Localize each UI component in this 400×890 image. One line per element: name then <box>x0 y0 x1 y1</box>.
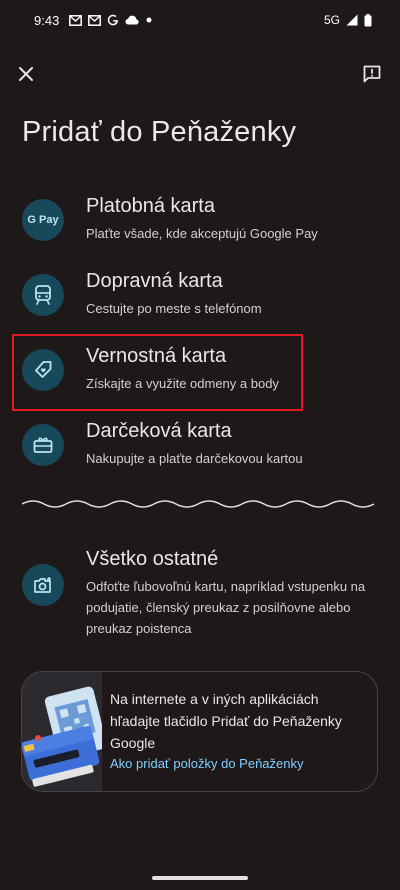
google-pay-icon-label: G Pay <box>27 214 59 226</box>
status-right: 5G <box>324 13 372 27</box>
page-title: Pridať do Peňaženky <box>22 116 297 148</box>
option-subtitle: Nakupujte a plaťte darčekovou kartou <box>86 451 303 466</box>
navigation-handle[interactable] <box>152 876 248 880</box>
train-icon <box>22 274 64 316</box>
cloud-icon <box>125 15 139 25</box>
option-gift-card[interactable]: Darčeková karta Nakupujte a plaťte darče… <box>0 410 400 484</box>
loyalty-tag-icon <box>22 349 64 391</box>
option-subtitle: Cestujte po meste s telefónom <box>86 301 262 316</box>
feedback-button[interactable] <box>358 60 386 88</box>
wavy-divider <box>22 500 375 508</box>
add-to-wallet-info-card: Na internete a v iných aplikáciách hľada… <box>21 671 378 792</box>
option-title: Darčeková karta <box>86 420 232 442</box>
option-title: Dopravná karta <box>86 270 223 292</box>
top-app-bar <box>0 56 400 92</box>
status-bar: 9:43 5G <box>0 0 400 40</box>
signal-icon <box>346 14 358 26</box>
mail-icon <box>69 14 83 26</box>
notification-icons <box>69 14 153 26</box>
google-icon <box>108 14 119 26</box>
google-pay-icon: G Pay <box>22 199 64 241</box>
option-transit-card[interactable]: Dopravná karta Cestujte po meste s telef… <box>0 260 400 334</box>
close-icon <box>19 67 33 81</box>
option-title: Všetko ostatné <box>86 548 219 570</box>
feedback-icon <box>363 65 381 83</box>
option-everything-else[interactable]: Všetko ostatné Odfoťte ľubovoľnú kartu, … <box>0 538 400 638</box>
option-title: Vernostná karta <box>86 345 227 367</box>
close-button[interactable] <box>12 60 40 88</box>
info-card-text: Na internete a v iných aplikáciách hľada… <box>110 691 342 751</box>
mail-icon <box>88 14 102 26</box>
option-subtitle: Odfoťte ľubovoľnú kartu, napríklad vstup… <box>86 579 366 636</box>
battery-icon <box>364 13 372 26</box>
option-title: Platobná karta <box>86 195 215 217</box>
dot-icon <box>146 17 152 23</box>
network-label: 5G <box>323 13 340 27</box>
wallet-illustration <box>22 672 107 791</box>
how-to-add-link[interactable]: Ako pridať položky do Peňaženky <box>110 756 304 771</box>
option-payment-card[interactable]: G Pay Platobná karta Plaťte všade, kde a… <box>0 185 400 259</box>
option-subtitle: Získajte a využite odmeny a body <box>86 376 279 391</box>
status-time: 9:43 <box>34 12 60 28</box>
option-subtitle: Plaťte všade, kde akceptujú Google Pay <box>86 226 318 241</box>
add-photo-icon <box>22 564 64 606</box>
option-loyalty-card[interactable]: Vernostná karta Získajte a využite odmen… <box>0 335 400 409</box>
gift-card-icon <box>22 424 64 466</box>
